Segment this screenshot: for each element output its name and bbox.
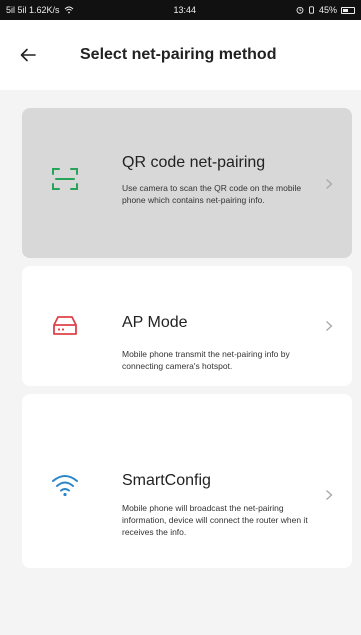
header: Select net-pairing method [0, 20, 361, 90]
option-description: Use camera to scan the QR code on the mo… [122, 183, 302, 205]
alarm-icon [296, 6, 304, 14]
wifi-status-icon [64, 6, 73, 14]
back-arrow-icon [20, 48, 36, 62]
option-title: QR code net-pairing [122, 154, 266, 171]
router-icon [50, 311, 80, 341]
option-qr-code[interactable]: QR code net-pairing Use camera to scan t… [22, 108, 352, 258]
status-right: 45% [296, 5, 355, 15]
status-time: 13:44 [173, 5, 197, 15]
option-title: SmartConfig [122, 472, 211, 489]
chevron-right-icon [322, 319, 336, 333]
option-description: Mobile phone will broadcast the net-pair… [122, 503, 308, 537]
battery-icon [340, 6, 355, 14]
chevron-right-icon [322, 177, 336, 191]
chevron-right-icon [322, 488, 336, 502]
wifi-icon [50, 470, 80, 500]
back-button[interactable] [20, 20, 50, 90]
battery-percent: 45% [318, 5, 337, 15]
signal-and-speed: 5il 5il 1.62K/s [6, 5, 60, 15]
option-ap-mode[interactable]: AP Mode Mobile phone transmit the net-pa… [22, 266, 352, 386]
option-smartconfig[interactable]: SmartConfig Mobile phone will broadcast … [22, 394, 352, 568]
option-title: AP Mode [122, 314, 188, 331]
page-title: Select net-pairing method [80, 46, 277, 63]
status-left: 5il 5il 1.62K/s [6, 5, 74, 15]
status-bar: 5il 5il 1.62K/s 13:44 45% [0, 0, 361, 20]
qr-scan-icon [50, 164, 80, 194]
vibrate-icon [309, 6, 314, 14]
option-description: Mobile phone transmit the net-pairing in… [122, 349, 290, 371]
